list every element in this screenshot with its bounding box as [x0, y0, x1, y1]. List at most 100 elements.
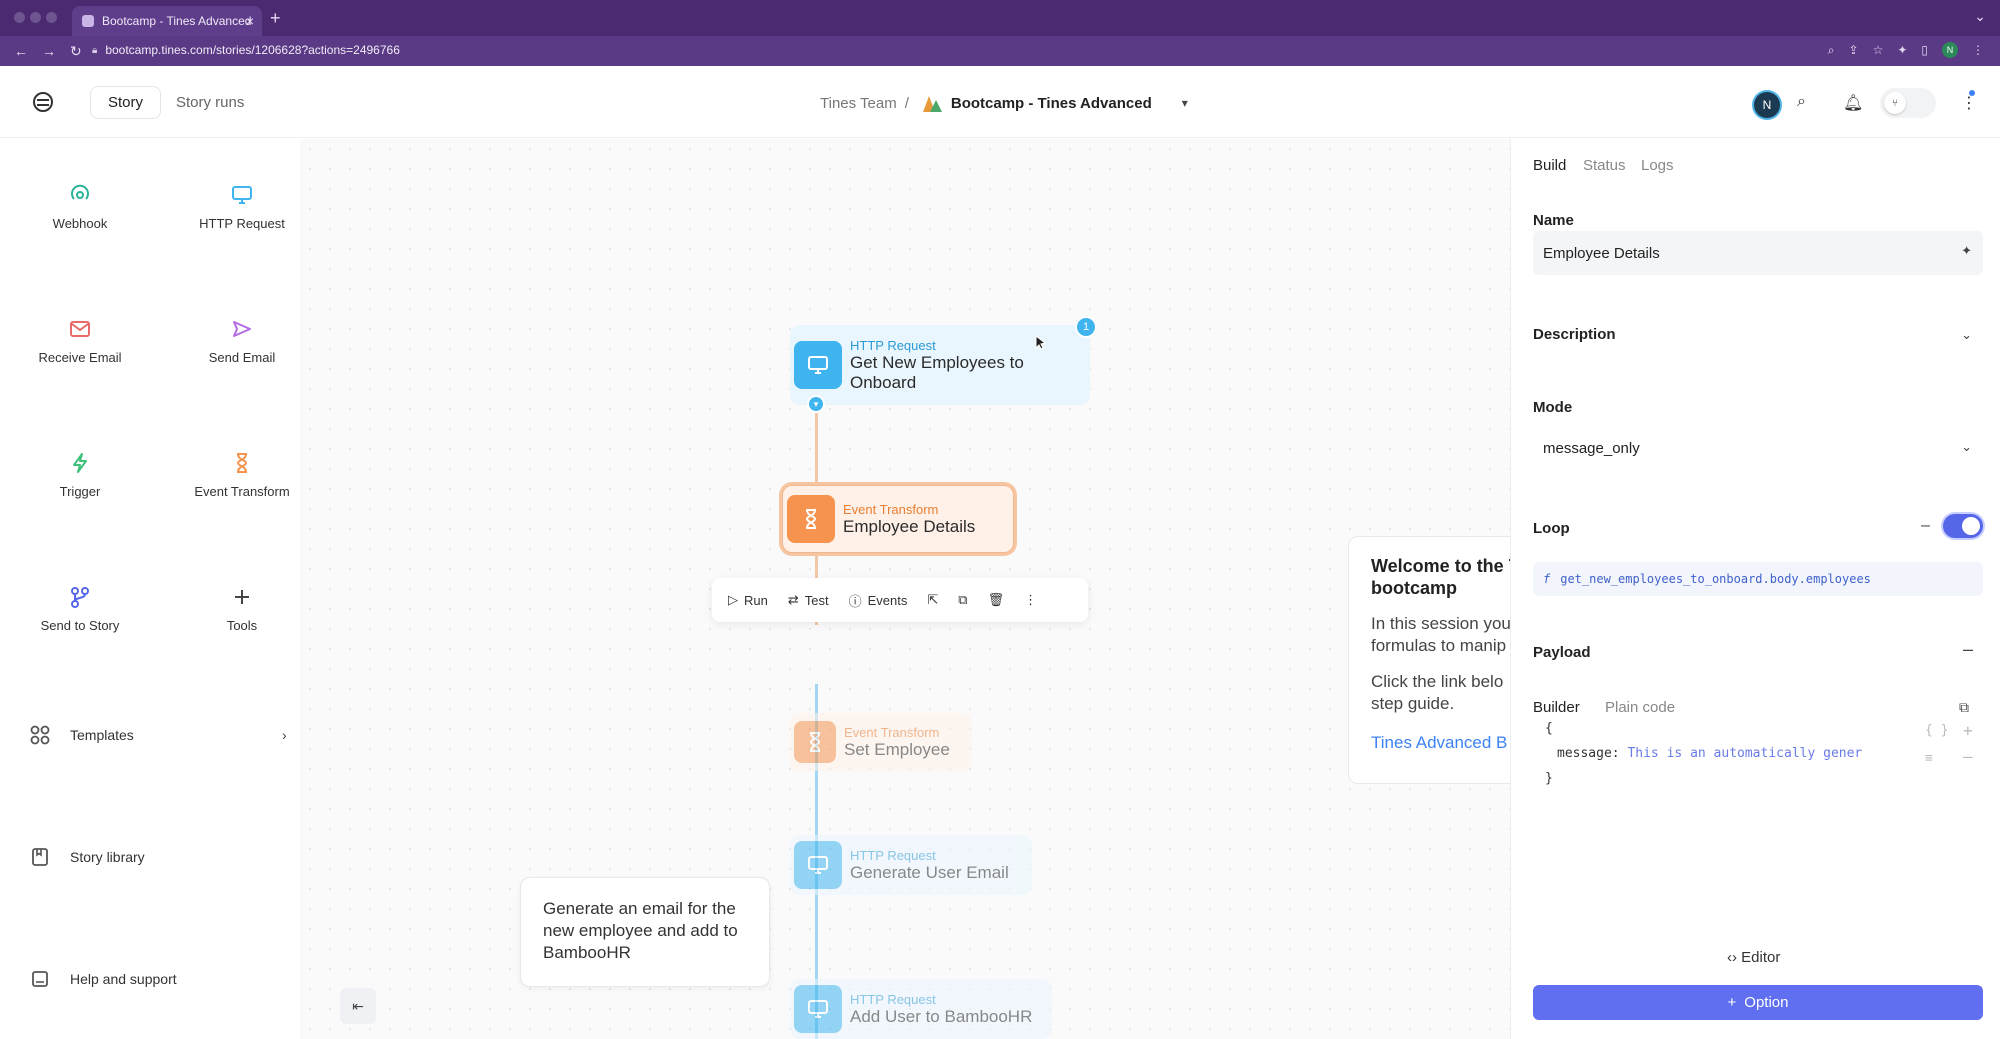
node-type: Event Transform	[844, 724, 940, 740]
branch-icon	[5, 584, 155, 610]
test-button[interactable]: ⇄ Test	[788, 592, 829, 608]
hourglass-icon	[787, 495, 835, 543]
share-icon[interactable]: ⇪	[1849, 43, 1859, 57]
tool-event-transform[interactable]: Event Transform	[167, 450, 317, 499]
tab-story[interactable]: Story	[90, 86, 162, 119]
collapse-payload-icon[interactable]: –	[1963, 639, 1973, 660]
window-close-dot[interactable]	[14, 12, 25, 23]
extensions-icon[interactable]: ✦	[1897, 43, 1907, 57]
loop-formula-input[interactable]: f get_new_employees_to_onboard.body.empl…	[1533, 562, 1983, 596]
bookmark-star-icon[interactable]: ☆	[1873, 43, 1884, 57]
chevron-down-icon[interactable]: ▾	[807, 395, 825, 413]
export-icon[interactable]: ⇱	[927, 592, 938, 608]
more-options-icon[interactable]: ⋮	[1961, 93, 1977, 113]
zoom-icon[interactable]: ⌕	[1828, 43, 1835, 58]
search-icon[interactable]: ⌕	[1797, 93, 1806, 111]
object-braces-icon[interactable]: { }	[1925, 723, 1948, 738]
editor-label: Editor	[1741, 949, 1781, 966]
magic-wand-icon[interactable]: ✦	[1961, 243, 1972, 259]
tool-tools[interactable]: Tools	[167, 584, 317, 633]
sidebar-item-label: Templates	[70, 727, 134, 743]
forward-icon[interactable]: →	[42, 43, 56, 59]
tab-status[interactable]: Status	[1583, 157, 1626, 174]
change-control-toggle[interactable]: ⑂	[1880, 88, 1936, 118]
events-button[interactable]: ⓘ Events	[849, 591, 908, 610]
text-format-icon[interactable]: ≡	[1925, 751, 1933, 766]
delete-icon[interactable]: 🗑︎	[988, 592, 1005, 608]
window-minimize-dot[interactable]	[30, 12, 41, 23]
story-title[interactable]: Bootcamp - Tines Advanced	[951, 95, 1152, 112]
action-node-set-employee[interactable]: Event Transform Set Employee	[790, 713, 972, 771]
tool-send-email[interactable]: Send Email	[167, 316, 317, 365]
tab-plain-code[interactable]: Plain code	[1605, 699, 1675, 716]
monitor-icon	[794, 841, 842, 889]
action-node-add-user-bamboohr[interactable]: HTTP Request Add User to BambooHR	[790, 979, 1052, 1039]
back-icon[interactable]: ←	[14, 43, 28, 59]
loop-formula-value: get_new_employees_to_onboard.body.employ…	[1560, 572, 1871, 586]
sidebar-item-templates[interactable]: Templates	[30, 725, 134, 745]
browser-tab[interactable]: Bootcamp - Tines Advanced ×	[72, 6, 262, 36]
welcome-text-line: Click the link belo	[1371, 672, 1504, 691]
notification-dot	[1969, 90, 1975, 96]
tool-receive-email[interactable]: Receive Email	[5, 316, 155, 365]
node-type: HTTP Request	[850, 991, 936, 1007]
remove-field-icon[interactable]: –	[1963, 747, 1973, 766]
tool-http-request[interactable]: HTTP Request	[167, 182, 317, 231]
chevron-down-icon[interactable]: ⌄	[1961, 327, 1972, 343]
duplicate-icon[interactable]: ⧉	[958, 592, 967, 608]
mouse-cursor-icon	[1035, 335, 1047, 349]
sidebar-item-help[interactable]: Help and support	[30, 969, 177, 989]
notifications-bell-icon[interactable]: 🔔︎	[1843, 93, 1863, 113]
more-icon[interactable]: ⋮	[1024, 592, 1037, 608]
event-count-badge[interactable]: 1	[1075, 316, 1097, 338]
new-tab-button[interactable]: +	[270, 8, 281, 29]
tool-webhook[interactable]: Webhook	[5, 182, 155, 231]
copy-icon[interactable]: ⧉	[1959, 699, 1969, 716]
tab-list-chevron-icon[interactable]: ⌄	[1974, 8, 1986, 25]
tab-close-icon[interactable]: ×	[246, 13, 254, 29]
description-label[interactable]: Description	[1533, 326, 1616, 343]
payload-key[interactable]: message:	[1557, 746, 1620, 761]
name-label: Name	[1533, 212, 1574, 229]
canvas-note[interactable]: Generate an email for the new employee a…	[520, 877, 770, 987]
editor-button[interactable]: ‹› Editor	[1727, 949, 1780, 966]
browser-profile-avatar[interactable]: N	[1942, 42, 1958, 58]
sidebar-item-story-library[interactable]: Story library	[30, 847, 145, 867]
payload-value[interactable]: This is an automatically gener	[1627, 746, 1862, 761]
add-option-button[interactable]: + Option	[1533, 985, 1983, 1020]
browser-menu-icon[interactable]: ⋮	[1972, 43, 1984, 57]
url-field[interactable]: 🔒︎ bootcamp.tines.com/stories/1206628?ac…	[92, 43, 400, 57]
payload-builder[interactable]: { message: This is an automatically gene…	[1533, 721, 1983, 821]
run-button[interactable]: ▷ Run	[728, 592, 768, 608]
chevron-right-icon[interactable]: ›	[282, 727, 287, 743]
tab-builder[interactable]: Builder	[1533, 699, 1580, 716]
action-node-generate-user-email[interactable]: HTTP Request Generate User Email	[790, 835, 1032, 895]
tab-build[interactable]: Build	[1533, 157, 1566, 174]
tines-logo-icon[interactable]	[33, 92, 53, 112]
tool-send-to-story[interactable]: Send to Story	[5, 584, 155, 633]
name-input[interactable]: Employee Details	[1533, 231, 1983, 275]
loop-toggle[interactable]	[1943, 514, 1983, 538]
tab-story-runs[interactable]: Story runs	[176, 94, 244, 111]
welcome-note[interactable]: Welcome to the T bootcamp In this sessio…	[1348, 536, 1510, 784]
mode-select[interactable]: message_only	[1533, 426, 1983, 470]
tool-trigger[interactable]: Trigger	[5, 450, 155, 499]
tab-title: Bootcamp - Tines Advanced	[102, 14, 252, 28]
action-node-employee-details[interactable]: Event Transform Employee Details	[782, 485, 1014, 553]
tool-label: Send to Story	[40, 618, 120, 633]
user-avatar[interactable]: N	[1754, 92, 1780, 118]
collapse-loop-icon[interactable]: –	[1921, 517, 1930, 535]
collapse-sidebar-icon[interactable]: ⇤	[340, 988, 376, 1024]
sidebar-toggle-icon[interactable]: ▯	[1921, 43, 1928, 57]
reload-icon[interactable]: ↻	[70, 43, 82, 60]
welcome-link[interactable]: Tines Advanced B	[1371, 733, 1510, 753]
add-field-icon[interactable]: +	[1963, 721, 1973, 740]
chevron-down-icon[interactable]: ⌄	[1961, 439, 1972, 455]
url-text: bootcamp.tines.com/stories/1206628?actio…	[105, 43, 400, 57]
story-canvas[interactable]: HTTP Request Get New Employees to Onboar…	[300, 139, 1510, 1039]
tab-logs[interactable]: Logs	[1641, 157, 1674, 174]
hourglass-icon	[167, 450, 317, 476]
breadcrumb-team[interactable]: Tines Team	[820, 95, 897, 112]
window-zoom-dot[interactable]	[46, 12, 57, 23]
story-menu-chevron-icon[interactable]: ▾	[1182, 96, 1188, 110]
